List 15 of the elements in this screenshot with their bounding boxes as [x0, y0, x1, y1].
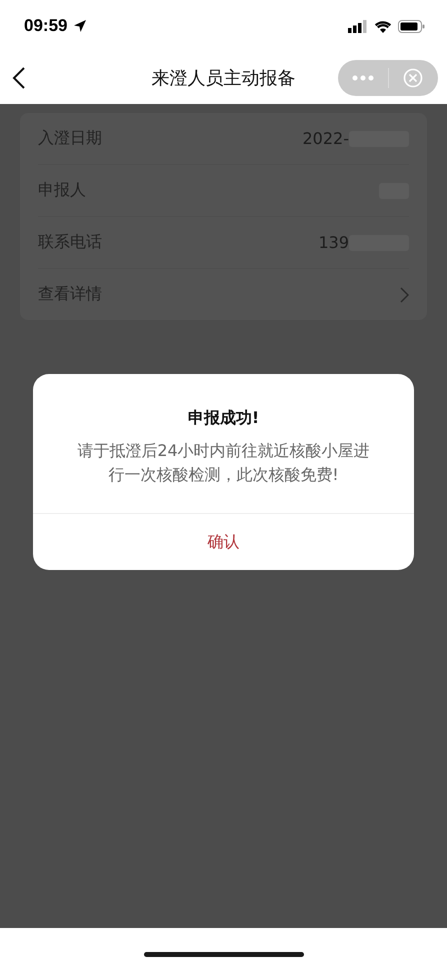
signal-icon: [348, 20, 368, 32]
location-arrow-icon: [73, 19, 88, 33]
wifi-icon: [374, 20, 392, 32]
confirm-button[interactable]: 确认: [33, 513, 414, 570]
row-value: 2022-: [302, 129, 349, 148]
back-icon[interactable]: [12, 66, 26, 90]
dialog-title: 申报成功!: [188, 408, 260, 429]
chevron-right-icon[interactable]: [400, 286, 409, 302]
status-time: 09:59: [24, 16, 68, 36]
more-icon: [352, 75, 374, 81]
row-value: 139: [318, 233, 349, 252]
battery-icon: [398, 20, 425, 32]
dialog-message: 请于抵澄后24小时内前往就近核酸小屋进行一次核酸检测，此次核酸免费!: [77, 440, 370, 486]
close-icon: [403, 68, 424, 88]
page-title: 来澄人员主动报备: [152, 67, 296, 90]
